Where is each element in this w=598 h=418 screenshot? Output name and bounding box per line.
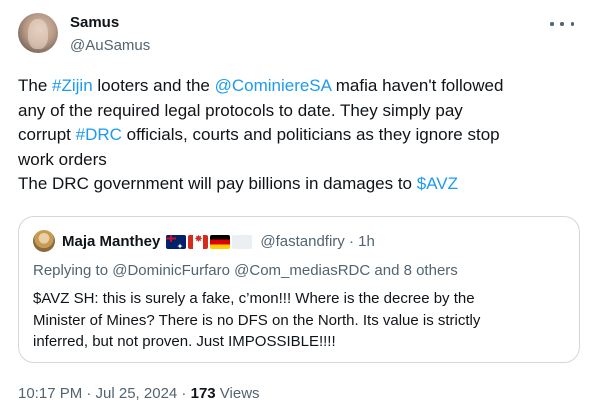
quoted-tweet-card[interactable]: Maja Manthey @fastandfiry · 1h Replying … — [18, 216, 580, 363]
hashtag-link[interactable]: #Zijin — [52, 76, 93, 95]
timestamp-link[interactable]: 10:17 PM · Jul 25, 2024 · — [18, 385, 191, 402]
tweet-text-segment: any of the required legal protocols to d… — [18, 100, 463, 120]
flag-blank-icon — [232, 234, 253, 249]
hashtag-link[interactable]: #DRC — [76, 125, 122, 144]
tweet-text-segment: mafia haven't followed — [331, 76, 504, 95]
tweet-line: work orders — [18, 148, 584, 173]
quoted-tweet-header: Maja Manthey @fastandfiry · 1h — [62, 233, 375, 250]
tweet-metadata: 10:17 PM · Jul 25, 2024 · 173 Views — [18, 385, 260, 402]
cashtag-link[interactable]: $AVZ — [417, 174, 458, 193]
flag-canada-icon — [188, 234, 209, 249]
tweet-line: corrupt #DRC officials, courts and polit… — [18, 123, 584, 148]
flag-emoji-group — [166, 234, 253, 249]
views-label: Views — [215, 385, 260, 402]
tweet-line: The #Zijin looters and the @CominiereSA … — [18, 74, 584, 99]
tweet-text-segment: corrupt — [18, 125, 76, 144]
flag-australia-icon — [166, 234, 187, 249]
quoted-text-line: Minister of Mines? There is no DFS on th… — [33, 311, 481, 329]
tweet-text-segment: work orders — [18, 149, 107, 169]
tweet-text-segment: officials, courts and politicians as the… — [121, 125, 500, 144]
tweet-line: any of the required legal protocols to d… — [18, 99, 584, 124]
quoted-text-line: inferred, but not proven. Just IMPOSSIBL… — [33, 333, 336, 350]
tweet-text: The #Zijin looters and the @CominiereSA … — [18, 74, 584, 197]
tweet-line: The DRC government will pay billions in … — [18, 172, 584, 197]
quoted-author-handle-time[interactable]: @fastandfiry · 1h — [260, 233, 374, 250]
views-count[interactable]: 173 — [191, 385, 216, 402]
mention-link[interactable]: @CominiereSA — [215, 76, 331, 95]
more-options-icon[interactable] — [550, 14, 574, 34]
tweet-text-segment: The — [18, 76, 53, 95]
replying-to-line[interactable]: Replying to @DominicFurfaro @Com_mediasR… — [33, 262, 458, 279]
quoted-text-line: $AVZ SH: this is surely a fake, c’mon!!!… — [33, 290, 475, 307]
tweet-text-segment: looters and the — [92, 76, 215, 95]
quoted-author-avatar[interactable] — [33, 230, 55, 252]
quoted-tweet-text: $AVZ SH: this is surely a fake, c’mon!!!… — [33, 288, 569, 353]
author-avatar[interactable] — [18, 13, 58, 53]
tweet-text-segment: The DRC government will pay billions in … — [18, 174, 417, 193]
author-handle[interactable]: @AuSamus — [70, 37, 150, 54]
quoted-author-name[interactable]: Maja Manthey — [62, 233, 160, 250]
author-name[interactable]: Samus — [70, 14, 119, 31]
flag-germany-icon — [210, 234, 231, 249]
